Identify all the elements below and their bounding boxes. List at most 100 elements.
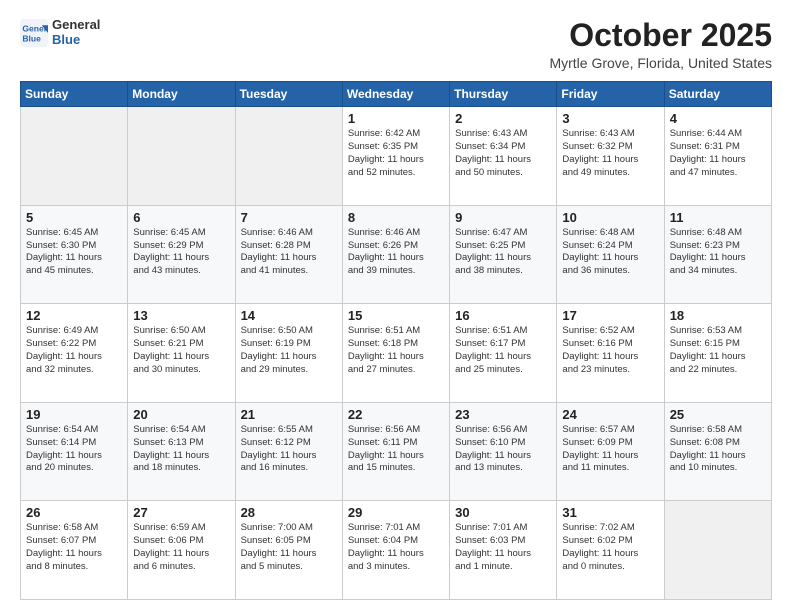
day-number: 12: [26, 308, 122, 323]
calendar-week-2: 5 Sunrise: 6:45 AM Sunset: 6:30 PM Daylig…: [21, 205, 772, 304]
day-number: 20: [133, 407, 229, 422]
calendar-cell: 19 Sunrise: 6:54 AM Sunset: 6:14 PM Dayli…: [21, 402, 128, 501]
day-detail: Sunrise: 6:46 AM Sunset: 6:28 PM Dayligh…: [241, 227, 317, 276]
day-detail: Sunrise: 6:45 AM Sunset: 6:30 PM Dayligh…: [26, 227, 102, 276]
day-detail: Sunrise: 6:45 AM Sunset: 6:29 PM Dayligh…: [133, 227, 209, 276]
calendar-cell: 25 Sunrise: 6:58 AM Sunset: 6:08 PM Dayli…: [664, 402, 771, 501]
calendar-cell: 20 Sunrise: 6:54 AM Sunset: 6:13 PM Dayli…: [128, 402, 235, 501]
day-number: 10: [562, 210, 658, 225]
day-detail: Sunrise: 6:50 AM Sunset: 6:19 PM Dayligh…: [241, 325, 317, 374]
day-detail: Sunrise: 7:00 AM Sunset: 6:05 PM Dayligh…: [241, 522, 317, 571]
header: General Blue General Blue October 2025 M…: [20, 18, 772, 71]
calendar-cell: 4 Sunrise: 6:44 AM Sunset: 6:31 PM Daylig…: [664, 107, 771, 206]
calendar-cell: 23 Sunrise: 6:56 AM Sunset: 6:10 PM Dayli…: [450, 402, 557, 501]
calendar-cell: [664, 501, 771, 600]
day-number: 4: [670, 111, 766, 126]
day-number: 25: [670, 407, 766, 422]
day-number: 23: [455, 407, 551, 422]
calendar-cell: 1 Sunrise: 6:42 AM Sunset: 6:35 PM Daylig…: [342, 107, 449, 206]
day-header-tuesday: Tuesday: [235, 82, 342, 107]
calendar-cell: [235, 107, 342, 206]
day-detail: Sunrise: 6:51 AM Sunset: 6:18 PM Dayligh…: [348, 325, 424, 374]
day-detail: Sunrise: 6:53 AM Sunset: 6:15 PM Dayligh…: [670, 325, 746, 374]
calendar-week-5: 26 Sunrise: 6:58 AM Sunset: 6:07 PM Dayli…: [21, 501, 772, 600]
calendar-cell: 11Sunrise: 6:48 AM Sunset: 6:23 PM Dayli…: [664, 205, 771, 304]
day-detail: Sunrise: 6:49 AM Sunset: 6:22 PM Dayligh…: [26, 325, 102, 374]
calendar-cell: 18 Sunrise: 6:53 AM Sunset: 6:15 PM Dayli…: [664, 304, 771, 403]
day-number: 16: [455, 308, 551, 323]
calendar-cell: 5 Sunrise: 6:45 AM Sunset: 6:30 PM Daylig…: [21, 205, 128, 304]
day-detail: Sunrise: 6:56 AM Sunset: 6:10 PM Dayligh…: [455, 424, 531, 473]
day-detail: Sunrise: 6:54 AM Sunset: 6:14 PM Dayligh…: [26, 424, 102, 473]
calendar-body: 1 Sunrise: 6:42 AM Sunset: 6:35 PM Daylig…: [21, 107, 772, 600]
logo-line1: General: [52, 18, 100, 33]
day-number: 26: [26, 505, 122, 520]
day-number: 9: [455, 210, 551, 225]
day-number: 5: [26, 210, 122, 225]
calendar-cell: 30 Sunrise: 7:01 AM Sunset: 6:03 PM Dayli…: [450, 501, 557, 600]
day-detail: Sunrise: 7:01 AM Sunset: 6:03 PM Dayligh…: [455, 522, 531, 571]
logo-line2: Blue: [52, 33, 100, 48]
day-detail: Sunrise: 7:02 AM Sunset: 6:02 PM Dayligh…: [562, 522, 638, 571]
day-number: 17: [562, 308, 658, 323]
day-number: 14: [241, 308, 337, 323]
main-title: October 2025: [549, 18, 772, 53]
day-number: 2: [455, 111, 551, 126]
day-detail: Sunrise: 6:50 AM Sunset: 6:21 PM Dayligh…: [133, 325, 209, 374]
day-detail: Sunrise: 6:51 AM Sunset: 6:17 PM Dayligh…: [455, 325, 531, 374]
calendar-cell: 21Sunrise: 6:55 AM Sunset: 6:12 PM Dayli…: [235, 402, 342, 501]
calendar-cell: 28 Sunrise: 7:00 AM Sunset: 6:05 PM Dayli…: [235, 501, 342, 600]
calendar-cell: 13 Sunrise: 6:50 AM Sunset: 6:21 PM Dayli…: [128, 304, 235, 403]
day-number: 18: [670, 308, 766, 323]
calendar-cell: 3 Sunrise: 6:43 AM Sunset: 6:32 PM Daylig…: [557, 107, 664, 206]
calendar-cell: 22 Sunrise: 6:56 AM Sunset: 6:11 PM Dayli…: [342, 402, 449, 501]
day-number: 24: [562, 407, 658, 422]
day-header-wednesday: Wednesday: [342, 82, 449, 107]
day-number: 6: [133, 210, 229, 225]
day-detail: Sunrise: 6:46 AM Sunset: 6:26 PM Dayligh…: [348, 227, 424, 276]
calendar-cell: 29Sunrise: 7:01 AM Sunset: 6:04 PM Dayli…: [342, 501, 449, 600]
calendar-table: SundayMondayTuesdayWednesdayThursdayFrid…: [20, 81, 772, 600]
day-number: 13: [133, 308, 229, 323]
day-detail: Sunrise: 6:55 AM Sunset: 6:12 PM Dayligh…: [241, 424, 317, 473]
day-detail: Sunrise: 6:59 AM Sunset: 6:06 PM Dayligh…: [133, 522, 209, 571]
logo-icon: General Blue: [20, 19, 48, 47]
day-number: 3: [562, 111, 658, 126]
page: General Blue General Blue October 2025 M…: [0, 0, 792, 612]
calendar-cell: 14 Sunrise: 6:50 AM Sunset: 6:19 PM Dayli…: [235, 304, 342, 403]
day-detail: Sunrise: 6:44 AM Sunset: 6:31 PM Dayligh…: [670, 128, 746, 177]
day-number: 8: [348, 210, 444, 225]
calendar-cell: 12 Sunrise: 6:49 AM Sunset: 6:22 PM Dayli…: [21, 304, 128, 403]
day-header-monday: Monday: [128, 82, 235, 107]
day-number: 19: [26, 407, 122, 422]
calendar-cell: 16 Sunrise: 6:51 AM Sunset: 6:17 PM Dayli…: [450, 304, 557, 403]
day-detail: Sunrise: 6:56 AM Sunset: 6:11 PM Dayligh…: [348, 424, 424, 473]
day-number: 1: [348, 111, 444, 126]
day-number: 30: [455, 505, 551, 520]
calendar-cell: 17 Sunrise: 6:52 AM Sunset: 6:16 PM Dayli…: [557, 304, 664, 403]
day-detail: Sunrise: 6:58 AM Sunset: 6:07 PM Dayligh…: [26, 522, 102, 571]
day-detail: Sunrise: 6:54 AM Sunset: 6:13 PM Dayligh…: [133, 424, 209, 473]
day-detail: Sunrise: 6:42 AM Sunset: 6:35 PM Dayligh…: [348, 128, 424, 177]
day-number: 22: [348, 407, 444, 422]
day-header-sunday: Sunday: [21, 82, 128, 107]
day-detail: Sunrise: 6:48 AM Sunset: 6:23 PM Dayligh…: [670, 227, 746, 276]
day-header-saturday: Saturday: [664, 82, 771, 107]
calendar-cell: 8 Sunrise: 6:46 AM Sunset: 6:26 PM Daylig…: [342, 205, 449, 304]
calendar-week-1: 1 Sunrise: 6:42 AM Sunset: 6:35 PM Daylig…: [21, 107, 772, 206]
day-detail: Sunrise: 6:58 AM Sunset: 6:08 PM Dayligh…: [670, 424, 746, 473]
calendar-cell: 24 Sunrise: 6:57 AM Sunset: 6:09 PM Dayli…: [557, 402, 664, 501]
calendar-cell: 9Sunrise: 6:47 AM Sunset: 6:25 PM Daylig…: [450, 205, 557, 304]
day-detail: Sunrise: 6:52 AM Sunset: 6:16 PM Dayligh…: [562, 325, 638, 374]
calendar-cell: 27Sunrise: 6:59 AM Sunset: 6:06 PM Dayli…: [128, 501, 235, 600]
day-number: 7: [241, 210, 337, 225]
day-number: 15: [348, 308, 444, 323]
day-header-row: SundayMondayTuesdayWednesdayThursdayFrid…: [21, 82, 772, 107]
day-number: 28: [241, 505, 337, 520]
day-header-friday: Friday: [557, 82, 664, 107]
day-detail: Sunrise: 6:43 AM Sunset: 6:32 PM Dayligh…: [562, 128, 638, 177]
day-detail: Sunrise: 6:57 AM Sunset: 6:09 PM Dayligh…: [562, 424, 638, 473]
calendar-cell: 26 Sunrise: 6:58 AM Sunset: 6:07 PM Dayli…: [21, 501, 128, 600]
calendar-cell: [21, 107, 128, 206]
calendar-cell: [128, 107, 235, 206]
